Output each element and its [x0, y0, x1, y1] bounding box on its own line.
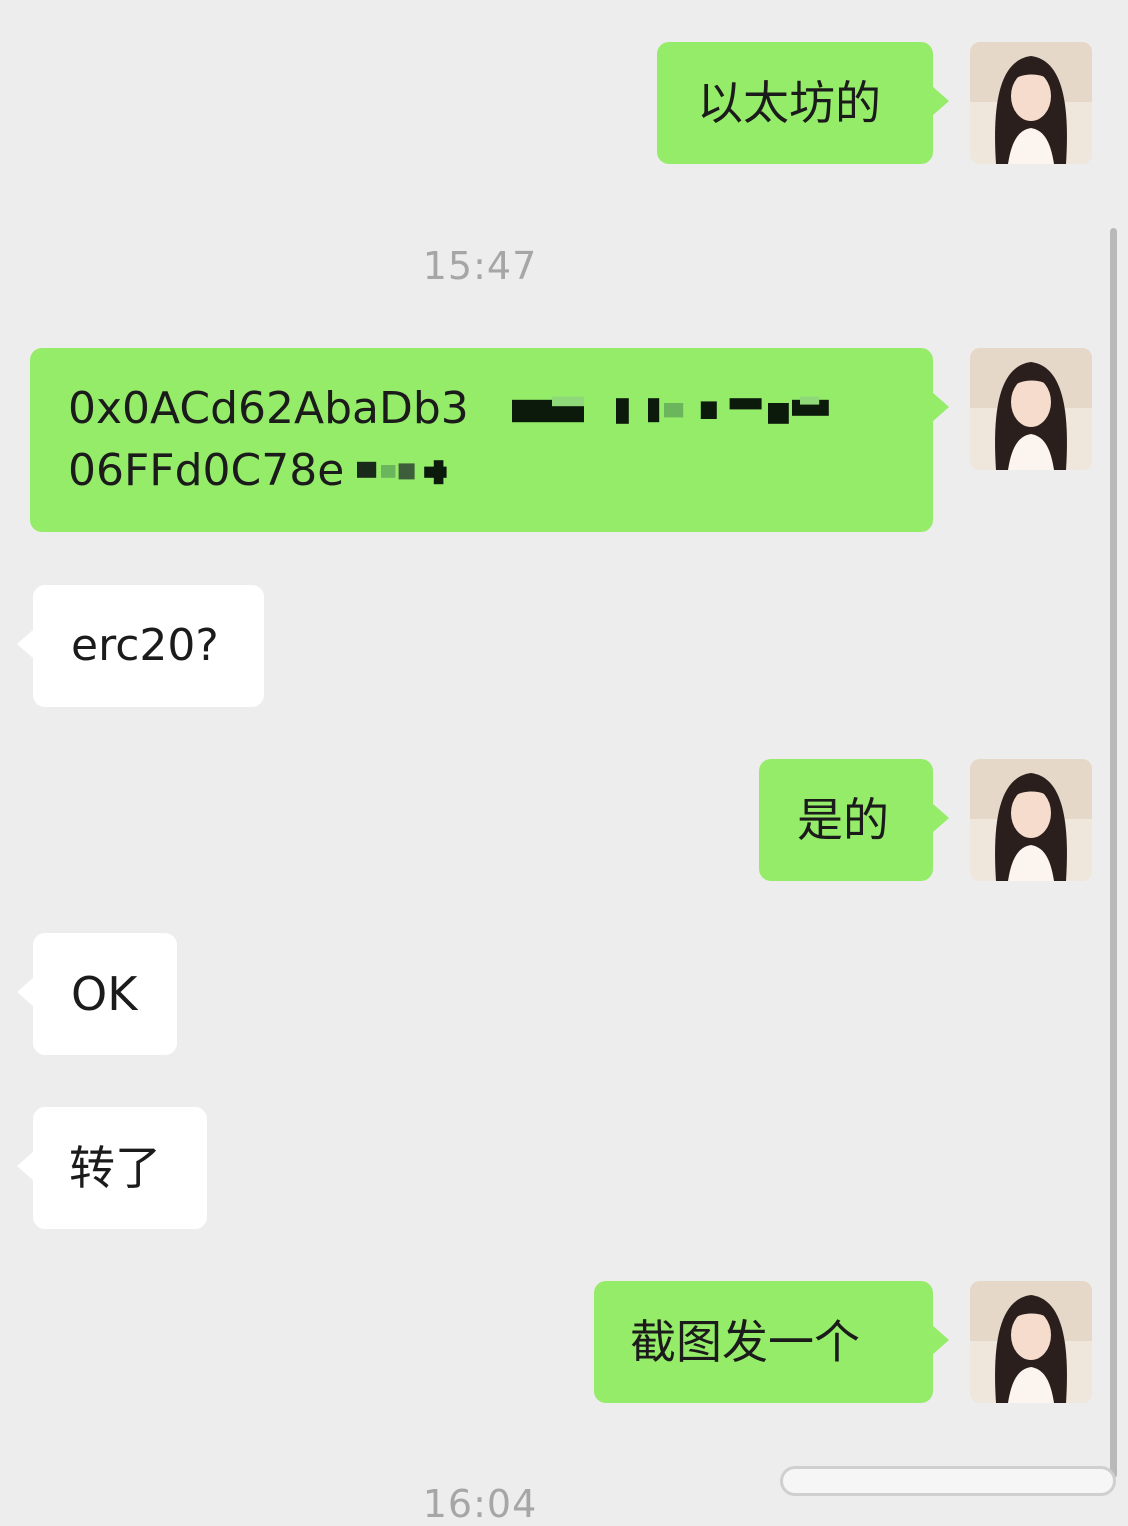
message-bubble-incoming[interactable]: OK: [17, 933, 177, 1055]
redaction-mosaic-icon: [511, 396, 829, 424]
scrollbar[interactable]: [1110, 228, 1117, 1478]
home-indicator[interactable]: [780, 1466, 1116, 1496]
address-text: 06FFd0C78e: [68, 445, 345, 496]
avatar[interactable]: [970, 42, 1092, 164]
avatar[interactable]: [970, 348, 1092, 470]
timestamp: 15:47: [422, 244, 538, 288]
message-text: OK: [71, 967, 138, 1021]
message-text: 截图发一个: [630, 1315, 860, 1369]
redaction-mosaic-icon: [357, 460, 447, 485]
message-bubble-incoming[interactable]: 转了: [17, 1107, 207, 1229]
avatar[interactable]: [970, 1281, 1092, 1403]
avatar-icon: [970, 42, 1092, 164]
message-bubble-outgoing[interactable]: 截图发一个: [594, 1281, 949, 1403]
message-bubble-outgoing[interactable]: 以太坊的: [657, 42, 949, 164]
address-line-2: 06FFd0C78e: [68, 440, 933, 502]
message-text: 以太坊的: [697, 76, 881, 130]
avatar-icon: [970, 759, 1092, 881]
message-bubble-outgoing[interactable]: 0x0ACd62AbaDb3 06FFd0C78e: [30, 348, 949, 532]
message-bubble-outgoing[interactable]: 是的: [759, 759, 949, 881]
avatar-icon: [970, 348, 1092, 470]
message-text: erc20?: [71, 620, 219, 671]
avatar[interactable]: [970, 759, 1092, 881]
message-text: 是的: [797, 793, 889, 847]
message-bubble-incoming[interactable]: erc20?: [17, 585, 264, 707]
message-text: 转了: [69, 1141, 161, 1195]
address-line-1: 0x0ACd62AbaDb3: [68, 378, 933, 440]
avatar-icon: [970, 1281, 1092, 1403]
address-text: 0x0ACd62AbaDb3: [68, 383, 469, 434]
